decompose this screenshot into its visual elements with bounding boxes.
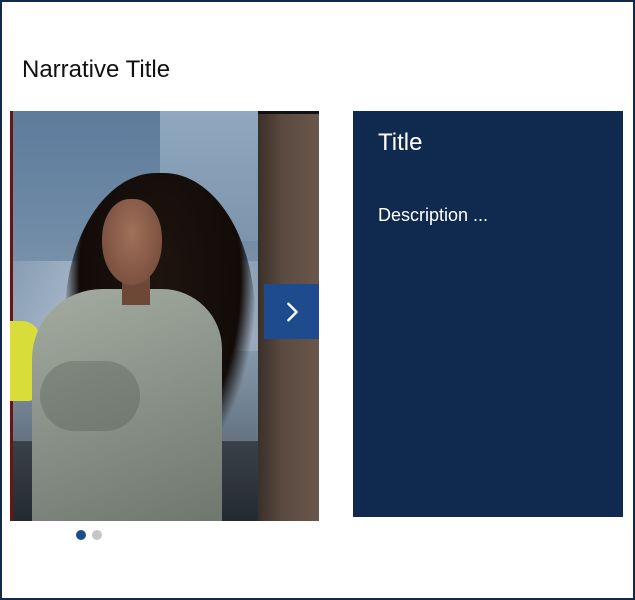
jacket-shadow [40,361,140,431]
narrative-title: Narrative Title [22,56,171,83]
carousel-slide-image [10,111,258,521]
next-slide-button[interactable] [264,284,319,339]
card-description: Description ... [378,205,489,225]
info-card: Title Description ... [353,111,623,517]
carousel-dot-2[interactable] [92,530,102,540]
left-edge-strip [10,111,13,521]
carousel-pagination [76,530,102,540]
image-carousel[interactable] [10,111,319,521]
peek-top-line [258,111,319,114]
carousel-dot-1[interactable] [76,530,86,540]
card-title: Title [378,129,423,156]
face [102,199,162,285]
chevron-right-icon [286,302,298,321]
